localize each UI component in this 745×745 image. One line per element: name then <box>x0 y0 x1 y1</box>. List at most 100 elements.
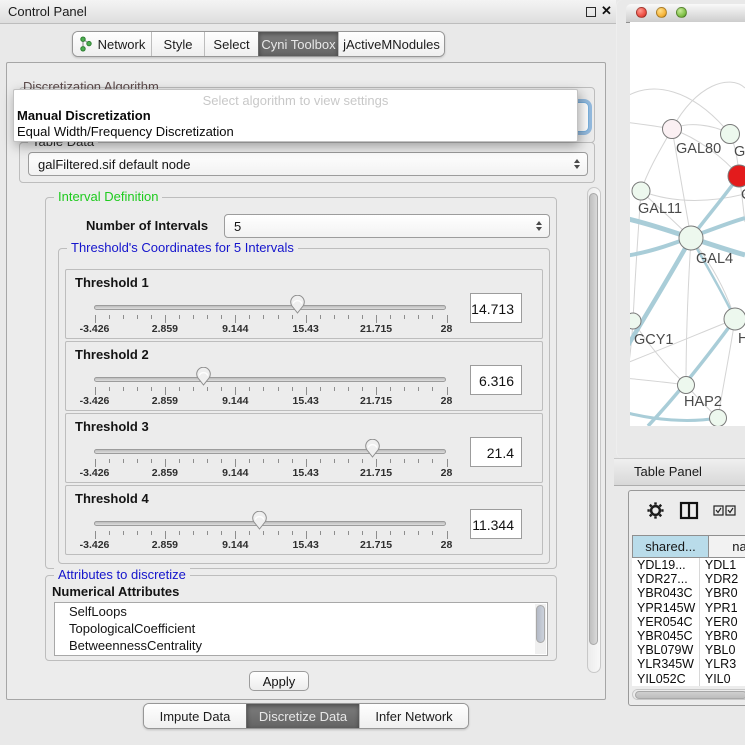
network-node[interactable] <box>710 410 727 427</box>
slider-tick <box>376 315 377 323</box>
threshold-label: Threshold 3 <box>75 419 149 434</box>
slider-tick <box>235 531 236 539</box>
slider-tick-label: 21.715 <box>360 395 392 407</box>
network-edge <box>633 321 686 385</box>
slider-tick <box>432 531 433 535</box>
slider-tick <box>447 531 448 539</box>
table-data-combobox[interactable]: galFiltered.sif default node <box>28 152 588 176</box>
float-window-icon[interactable] <box>586 7 596 17</box>
slider-tick <box>447 387 448 395</box>
table-hscrollbar-thumb[interactable] <box>635 691 745 699</box>
table-hscrollbar[interactable] <box>632 689 745 700</box>
network-node-gal11[interactable] <box>632 182 650 200</box>
threshold-slider-thumb[interactable] <box>195 367 212 386</box>
threshold-slider-thumb[interactable] <box>364 439 381 458</box>
threshold-slider-track[interactable] <box>94 521 446 526</box>
gear-icon[interactable] <box>646 501 665 520</box>
network-node-hap2[interactable] <box>678 377 695 394</box>
slider-tick <box>221 459 222 463</box>
threshold-slider-thumb[interactable] <box>251 511 268 530</box>
network-node-gal80[interactable] <box>663 120 682 139</box>
network-node-label: GCY1 <box>634 332 674 348</box>
slider-tick <box>348 387 349 391</box>
slider-tick <box>109 459 110 463</box>
table-row[interactable]: YLR345WYLR3 <box>632 657 745 671</box>
threshold-value-input[interactable]: 6.316 <box>470 365 522 395</box>
tab-select[interactable]: Select <box>204 32 258 56</box>
network-node-h[interactable] <box>724 308 745 330</box>
table-row[interactable]: YBR045CYBR0 <box>632 629 745 643</box>
slider-tick <box>334 459 335 463</box>
column-header-2[interactable]: na <box>709 535 745 558</box>
threshold-value-input[interactable]: 11.344 <box>470 509 522 539</box>
network-node-gal4[interactable] <box>679 226 703 250</box>
algorithm-popup-hint: Select algorithm to view settings <box>14 93 577 108</box>
slider-tick <box>278 387 279 391</box>
slider-tick <box>306 315 307 323</box>
attribute-item-topologicalcoefficient[interactable]: TopologicalCoefficient <box>55 620 547 637</box>
slider-tick <box>151 315 152 319</box>
slider-tick <box>362 315 363 319</box>
interval-definition-group: Interval Definition Number of Intervals … <box>45 197 557 569</box>
slider-tick <box>235 459 236 467</box>
settings-scrollbar[interactable] <box>587 187 601 673</box>
cyni-toolbox-panel: Discretization Algorithm Select algorith… <box>6 62 606 700</box>
network-node-label: H <box>738 331 745 347</box>
threshold-value-input[interactable]: 21.4 <box>470 437 522 467</box>
table-row[interactable]: YDR27...YDR2 <box>632 572 745 586</box>
split-columns-icon[interactable] <box>679 501 699 520</box>
apply-button[interactable]: Apply <box>249 671 309 691</box>
algorithm-option-manual[interactable]: Manual Discretization <box>17 108 151 123</box>
threshold-slider-track[interactable] <box>94 449 446 454</box>
tab-network[interactable]: Network <box>73 32 151 56</box>
network-node-c[interactable] <box>728 165 745 187</box>
table-row[interactable]: YDL19...YDL1 <box>632 558 745 572</box>
network-node-label: GA <box>734 144 745 160</box>
column-header-1[interactable]: shared... <box>632 535 709 558</box>
close-icon[interactable]: ✕ <box>601 3 612 19</box>
tab-style[interactable]: Style <box>151 32 204 56</box>
mac-minimize-icon[interactable] <box>656 7 667 18</box>
attribute-item-betweennesscentrality[interactable]: BetweennessCentrality <box>55 637 547 654</box>
tab-label: jActiveMNodules <box>343 37 440 52</box>
threshold-slider-thumb[interactable] <box>289 295 306 314</box>
slider-tick <box>263 315 264 319</box>
slider-tick-label: 9.144 <box>222 539 248 551</box>
tab-label: Discretize Data <box>259 709 347 724</box>
slider-tick <box>348 459 349 463</box>
table-row[interactable]: YER054CYER0 <box>632 615 745 629</box>
attributes-list-scrollbar[interactable] <box>535 604 546 654</box>
mac-close-icon[interactable] <box>636 7 647 18</box>
network-node-ga[interactable] <box>721 125 740 144</box>
slider-tick <box>376 459 377 467</box>
table-row[interactable]: YPR145WYPR1 <box>632 601 745 615</box>
cyni-mode-tab-bar: Impute Data Discretize Data Infer Network <box>143 703 469 729</box>
table-row[interactable]: YBL079WYBL0 <box>632 643 745 657</box>
slider-tick <box>193 315 194 319</box>
settings-scrollbar-thumb[interactable] <box>589 193 598 645</box>
tab-impute-data[interactable]: Impute Data <box>144 704 246 728</box>
threshold-slider-track[interactable] <box>94 305 446 310</box>
table-row[interactable]: YIL052CYIL0 <box>632 672 745 686</box>
slider-tick-label: 2.859 <box>152 539 178 551</box>
network-canvas[interactable]: GAL80GACGAL11GAL4GCY1HHAP2 <box>630 22 745 426</box>
attribute-item-selfloops[interactable]: SelfLoops <box>55 603 547 620</box>
numerical-attributes-list[interactable]: SelfLoopsTopologicalCoefficientBetweenne… <box>54 602 548 656</box>
slider-tick <box>390 315 391 319</box>
panel-title: Control Panel <box>8 4 87 19</box>
spinner-stepper-icon <box>536 221 542 231</box>
thresholds-group-title: Threshold's Coordinates for 5 Intervals <box>67 240 298 255</box>
number-of-intervals-spinner[interactable]: 5 <box>224 214 550 238</box>
threshold-value-input[interactable]: 14.713 <box>470 293 522 323</box>
tab-jactivemnodules[interactable]: jActiveMNodules <box>338 32 444 56</box>
tab-infer-network[interactable]: Infer Network <box>359 704 468 728</box>
network-node-gcy1[interactable] <box>630 313 641 329</box>
tab-discretize-data[interactable]: Discretize Data <box>246 704 359 728</box>
network-edge <box>630 412 718 420</box>
table-row[interactable]: YBR043CYBR0 <box>632 586 745 600</box>
mac-zoom-icon[interactable] <box>676 7 687 18</box>
tab-cyni-toolbox[interactable]: Cyni Toolbox <box>258 32 338 56</box>
threshold-slider-track[interactable] <box>94 377 446 382</box>
algorithm-option-equal-width[interactable]: Equal Width/Frequency Discretization <box>17 124 234 139</box>
select-columns-icon[interactable] <box>713 505 737 516</box>
